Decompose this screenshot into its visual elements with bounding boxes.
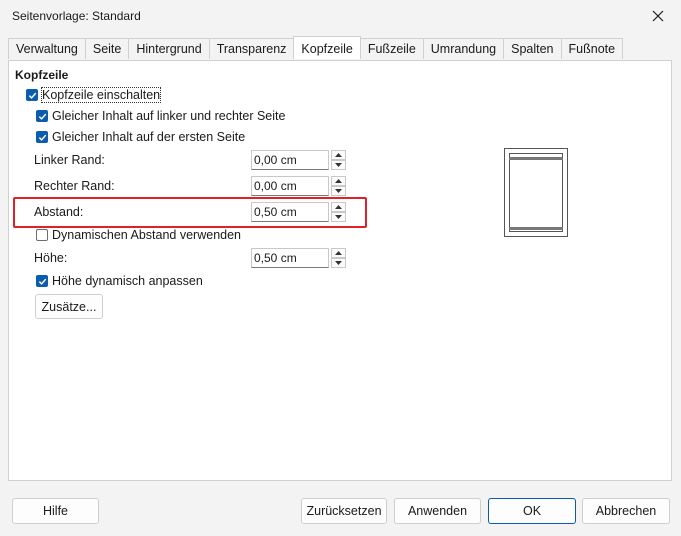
ok-button[interactable]: OK <box>488 498 576 524</box>
increase-button[interactable] <box>331 248 346 258</box>
enable-header-checkbox[interactable]: Kopfzeile einschalten <box>26 87 162 103</box>
checkbox-label: Gleicher Inhalt auf linker und rechter S… <box>52 109 286 123</box>
checkbox-box <box>36 275 48 287</box>
chevron-down-icon <box>335 215 342 219</box>
tab-kopfzeile[interactable]: Kopfzeile <box>293 36 361 59</box>
left-margin-input[interactable] <box>251 150 329 170</box>
same-first-page-checkbox[interactable]: Gleicher Inhalt auf der ersten Seite <box>36 130 245 144</box>
tab-transparenz[interactable]: Transparenz <box>208 38 295 59</box>
decrease-button[interactable] <box>331 186 346 196</box>
close-button[interactable] <box>635 0 681 32</box>
chevron-up-icon <box>335 251 342 255</box>
spacing-label: Abstand: <box>34 205 84 219</box>
chevron-down-icon <box>335 189 342 193</box>
chevron-up-icon <box>335 179 342 183</box>
checkbox-box <box>26 89 38 101</box>
footer-preview-bar <box>509 227 563 230</box>
apply-button[interactable]: Anwenden <box>394 498 481 524</box>
more-options-button[interactable]: Zusätze... <box>35 294 103 319</box>
increase-button[interactable] <box>331 176 346 186</box>
spin-buttons <box>331 248 346 268</box>
spin-buttons <box>331 150 346 170</box>
left-margin-label: Linker Rand: <box>34 153 105 167</box>
checkbox-box <box>36 131 48 143</box>
window-title: Seitenvorlage: Standard <box>12 9 141 23</box>
title-bar: Seitenvorlage: Standard <box>0 0 681 32</box>
decrease-button[interactable] <box>331 258 346 268</box>
decrease-button[interactable] <box>331 160 346 170</box>
chevron-down-icon <box>335 261 342 265</box>
checkbox-box <box>36 110 48 122</box>
checkbox-box <box>36 229 48 241</box>
tab-spalten[interactable]: Spalten <box>503 38 562 59</box>
height-input[interactable] <box>251 248 329 268</box>
tab-verwaltung[interactable]: Verwaltung <box>8 38 86 59</box>
tab-panel-kopfzeile: Kopfzeile Kopfzeile einschalten Gleicher… <box>8 60 672 481</box>
chevron-up-icon <box>335 205 342 209</box>
help-button[interactable]: Hilfe <box>12 498 99 524</box>
check-icon <box>38 278 46 285</box>
tab-umrandung[interactable]: Umrandung <box>422 38 505 59</box>
page-preview <box>504 148 568 237</box>
spacing-input[interactable] <box>251 202 329 222</box>
checkbox-label: Höhe dynamisch anpassen <box>52 274 203 288</box>
right-margin-input[interactable] <box>251 176 329 196</box>
reset-button[interactable]: Zurücksetzen <box>301 498 387 524</box>
tab-seite[interactable]: Seite <box>84 38 130 59</box>
checkbox-label: Dynamischen Abstand verwenden <box>52 228 242 242</box>
page-preview-inner <box>509 153 563 232</box>
autofit-height-checkbox[interactable]: Höhe dynamisch anpassen <box>36 274 203 288</box>
decrease-button[interactable] <box>331 212 346 222</box>
cancel-button[interactable]: Abbrechen <box>582 498 670 524</box>
spin-buttons <box>331 202 346 222</box>
spin-buttons <box>331 176 346 196</box>
chevron-up-icon <box>335 153 342 157</box>
close-icon <box>652 10 664 22</box>
check-icon <box>38 134 46 141</box>
dynamic-spacing-checkbox[interactable]: Dynamischen Abstand verwenden <box>36 228 241 242</box>
tab-hintergrund[interactable]: Hintergrund <box>128 38 210 59</box>
checkbox-label: Gleicher Inhalt auf der ersten Seite <box>52 130 246 144</box>
chevron-down-icon <box>335 163 342 167</box>
same-left-right-checkbox[interactable]: Gleicher Inhalt auf linker und rechter S… <box>36 109 285 123</box>
check-icon <box>38 113 46 120</box>
increase-button[interactable] <box>331 150 346 160</box>
increase-button[interactable] <box>331 202 346 212</box>
tab-fusszeile[interactable]: Fußzeile <box>359 38 424 59</box>
check-icon <box>28 92 36 99</box>
tab-bar: Verwaltung Seite Hintergrund Transparenz… <box>8 36 624 60</box>
checkbox-label: Kopfzeile einschalten <box>40 87 162 103</box>
right-margin-label: Rechter Rand: <box>34 179 115 193</box>
height-label: Höhe: <box>34 251 68 265</box>
tab-fussnote[interactable]: Fußnote <box>560 38 624 59</box>
section-title: Kopfzeile <box>15 68 69 82</box>
header-preview-bar <box>509 157 563 160</box>
